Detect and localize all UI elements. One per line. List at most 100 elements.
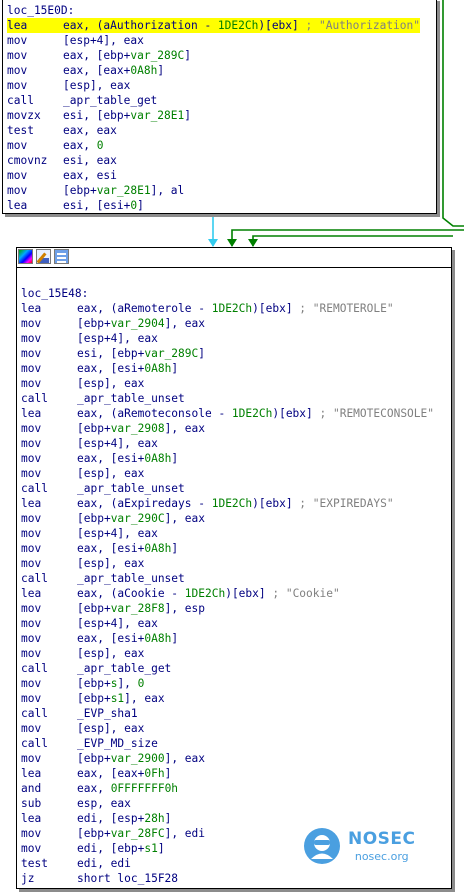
instruction-line[interactable]: mov eax, [eax+0A8h] — [7, 63, 420, 78]
instruction-line[interactable]: mov [esp], eax — [21, 721, 434, 736]
instruction-line[interactable]: mov [ebp+var_28F8], esp — [21, 601, 434, 616]
mnemonic: mov — [21, 467, 42, 480]
instruction-line[interactable]: lea eax, [eax+0Fh] — [21, 766, 434, 781]
operands: [ebp+var_2908], eax — [77, 422, 205, 435]
instruction-line[interactable]: mov [esp], eax — [7, 78, 420, 93]
instruction-line[interactable]: call _apr_table_unset — [21, 481, 434, 496]
mnemonic: lea — [21, 407, 42, 420]
instruction-line[interactable]: mov [esp], eax — [21, 556, 434, 571]
operands: [ebp+var_2900], eax — [77, 752, 205, 765]
mnemonic: mov — [21, 362, 42, 375]
operands: esi, [ebp+var_28E1] — [63, 109, 191, 122]
mnemonic: lea — [7, 19, 28, 32]
operands: eax, eax — [63, 124, 117, 137]
instruction-line[interactable]: mov eax, [esi+0A8h] — [21, 451, 434, 466]
instruction-line[interactable]: lea eax, (aRemoteconsole - 1DE2Ch)[ebx] ;… — [21, 406, 434, 421]
rename-icon[interactable] — [36, 249, 51, 264]
mnemonic: movzx — [7, 109, 41, 122]
operands: _apr_table_unset — [77, 572, 185, 585]
instruction-line[interactable]: mov eax, [ebp+var_289C] — [7, 48, 420, 63]
operands: eax, (aRemoteconsole - 1DE2Ch)[ebx] ; "R… — [77, 407, 435, 420]
instruction-line[interactable]: lea esi, [esi+0] — [7, 198, 420, 213]
operands: [esp+4], eax — [63, 34, 144, 47]
operands: [ebp+var_28E1], al — [63, 184, 185, 197]
view-options-icon[interactable] — [54, 249, 69, 264]
mnemonic: mov — [7, 64, 28, 77]
mnemonic: mov — [21, 512, 42, 525]
instruction-line[interactable]: mov eax, [esi+0A8h] — [21, 541, 434, 556]
operands: [ebp+var_28F8], esp — [77, 602, 205, 615]
instruction-line[interactable]: cmovnz esi, eax — [7, 153, 420, 168]
instruction-line[interactable]: lea eax, (aExpiredays - 1DE2Ch)[ebx] ; "E… — [21, 496, 434, 511]
block-label[interactable]: loc_15E48: — [21, 286, 434, 301]
mnemonic: cmovnz — [7, 154, 48, 167]
mnemonic: mov — [21, 692, 42, 705]
instruction-line[interactable]: call _apr_table_unset — [21, 391, 434, 406]
operands: eax, (aAuthorization - 1DE2Ch)[ebx] ; "A… — [63, 19, 421, 32]
instruction-line[interactable]: lea eax, (aRemoterole - 1DE2Ch)[ebx] ; "R… — [21, 301, 434, 316]
instruction-line[interactable]: mov [ebp+s1], eax — [21, 691, 434, 706]
instruction-line[interactable]: mov eax, [esi+0A8h] — [21, 361, 434, 376]
instruction-line[interactable]: mov [esp], eax — [21, 466, 434, 481]
instruction-line[interactable]: mov [esp+4], eax — [21, 436, 434, 451]
code-block-loc-15e48[interactable]: loc_15E48: lea eax, (aRemoterole - 1DE2Ch)… — [16, 247, 452, 889]
instruction-line[interactable]: mov [esp+4], eax — [21, 616, 434, 631]
instruction-line[interactable]: call _apr_table_get — [7, 93, 420, 108]
instruction-line[interactable]: mov [ebp+var_2900], eax — [21, 751, 434, 766]
graph-colors-icon[interactable] — [18, 249, 33, 264]
operands: [esp], eax — [77, 647, 145, 660]
instruction-line[interactable]: call _apr_table_get — [21, 661, 434, 676]
operands: eax, [ebp+var_289C] — [63, 49, 191, 62]
instruction-line[interactable]: mov [esp+4], eax — [21, 526, 434, 541]
instruction-line[interactable]: mov [ebp+s], 0 — [21, 676, 434, 691]
instruction-line[interactable]: call _apr_table_unset — [21, 571, 434, 586]
instruction-line[interactable]: mov eax, [esi+0A8h] — [21, 631, 434, 646]
instruction-line[interactable]: jz short loc_15F28 — [21, 871, 434, 886]
instruction-line[interactable]: sub esp, eax — [21, 796, 434, 811]
mnemonic: mov — [21, 647, 42, 660]
instruction-line[interactable]: mov [ebp+var_290C], eax — [21, 511, 434, 526]
operands: eax, [esi+0A8h] — [77, 452, 179, 465]
operands: eax, (aCookie - 1DE2Ch)[ebx] ; "Cookie" — [77, 587, 340, 600]
operands: edi, [ebp+s1] — [77, 842, 165, 855]
instruction-line[interactable]: call _EVP_sha1 — [21, 706, 434, 721]
mnemonic: mov — [21, 602, 42, 615]
instruction-line[interactable]: mov [esp+4], eax — [7, 33, 420, 48]
instruction-line[interactable]: mov [ebp+var_2904], eax — [21, 316, 434, 331]
instruction-line[interactable]: lea edi, [esp+28h] — [21, 811, 434, 826]
instruction-line[interactable]: mov [ebp+var_2908], eax — [21, 421, 434, 436]
mnemonic: call — [21, 572, 48, 585]
instruction-line[interactable]: mov eax, esi — [7, 168, 420, 183]
instruction-line[interactable]: mov [esp], eax — [21, 646, 434, 661]
instruction-line[interactable]: mov eax, 0 — [7, 138, 420, 153]
operands: esi, [ebp+var_289C] — [77, 347, 205, 360]
mnemonic: and — [21, 782, 42, 795]
instruction-line[interactable]: call _EVP_MD_size — [21, 736, 434, 751]
instruction-line[interactable]: movzx esi, [ebp+var_28E1] — [7, 108, 420, 123]
nosec-watermark: NOSEC nosec.org — [302, 826, 416, 866]
instruction-line[interactable]: mov [esp], eax — [21, 376, 434, 391]
instruction-line[interactable]: lea eax, (aCookie - 1DE2Ch)[ebx] ; "Cooki… — [21, 586, 434, 601]
operands: _apr_table_unset — [77, 482, 185, 495]
operands: [esp+4], eax — [77, 437, 158, 450]
instruction-line[interactable]: lea eax, (aAuthorization - 1DE2Ch)[ebx] ;… — [7, 18, 421, 33]
mnemonic: mov — [21, 677, 42, 690]
mnemonic: lea — [7, 199, 28, 212]
instruction-line[interactable]: mov [esp+4], eax — [21, 331, 434, 346]
operands: [ebp+s], 0 — [77, 677, 145, 690]
block-label[interactable]: loc_15E0D: — [7, 3, 420, 18]
operands: [esp], eax — [77, 722, 145, 735]
operands: eax, [eax+0A8h] — [63, 64, 165, 77]
instruction-line[interactable]: test eax, eax — [7, 123, 420, 138]
mnemonic: mov — [21, 317, 42, 330]
operands: _EVP_sha1 — [77, 707, 138, 720]
operands: [esp], eax — [77, 377, 145, 390]
instruction-line[interactable]: mov esi, [ebp+var_289C] — [21, 346, 434, 361]
code-block-loc-15e0d[interactable]: loc_15E0D: lea eax, (aAuthorization - 1DE2… — [2, 0, 437, 214]
mnemonic: mov — [21, 722, 42, 735]
instruction-line[interactable]: mov [ebp+var_28E1], al — [7, 183, 420, 198]
flow-arrowhead-branch-1 — [227, 239, 237, 247]
mnemonic: mov — [7, 49, 28, 62]
instruction-line[interactable]: and eax, 0FFFFFFF0h — [21, 781, 434, 796]
block2-lines: loc_15E48: lea eax, (aRemoterole - 1DE2Ch)… — [21, 286, 434, 886]
